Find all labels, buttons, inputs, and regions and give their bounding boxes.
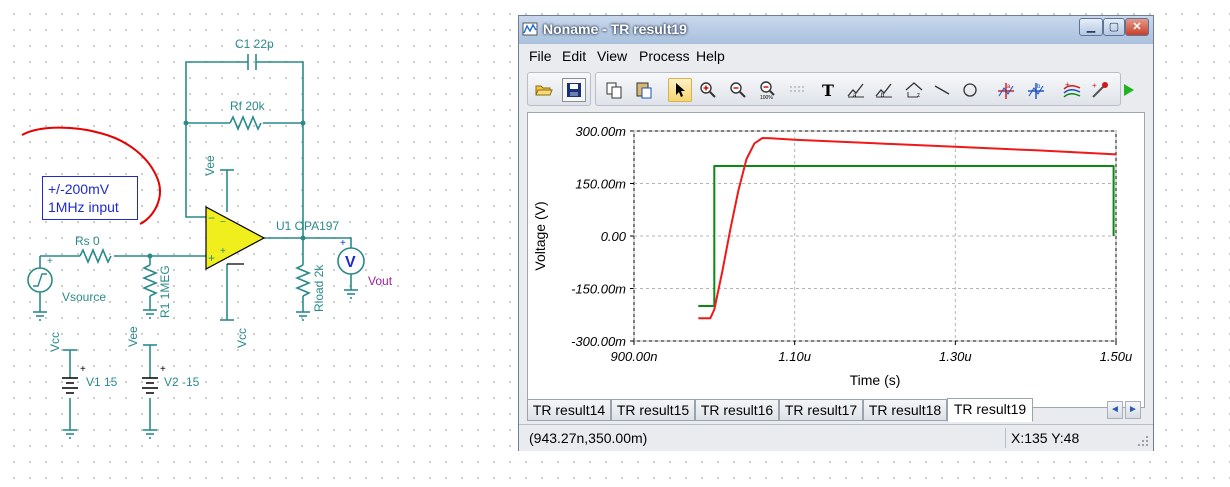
- svg-text:100%: 100%: [760, 95, 773, 100]
- svg-text:+: +: [220, 246, 226, 257]
- rload-label: Rload 2k: [312, 264, 326, 312]
- line-icon[interactable]: [930, 78, 954, 102]
- u1-label: U1 OPA197: [276, 219, 339, 233]
- menu-help[interactable]: Help: [696, 48, 725, 64]
- menu-edit[interactable]: Edit: [562, 48, 586, 64]
- pointer-icon[interactable]: [668, 78, 692, 102]
- app-icon: [522, 22, 538, 36]
- rf-label: Rf 20k: [230, 99, 266, 113]
- x-axis-label: Time (s): [850, 372, 901, 388]
- svg-text:a: a: [853, 93, 857, 99]
- paste-icon[interactable]: [632, 78, 656, 102]
- maximize-button[interactable]: ▢: [1103, 18, 1125, 36]
- c1-label: C1 22p: [235, 37, 274, 51]
- y-tick-label: 0.00: [601, 229, 627, 244]
- cursor-b-icon[interactable]: b: [872, 78, 896, 102]
- circle-icon[interactable]: [958, 78, 982, 102]
- svg-text:b: b: [1037, 84, 1041, 90]
- menu-file[interactable]: File: [529, 48, 552, 64]
- plot-area[interactable]: 300.00m 150.00m 0.00 -150.00m -300.00m 900.00…: [527, 112, 1145, 408]
- add-curve-icon[interactable]: +: [1060, 78, 1084, 102]
- v1-label: V1 15: [86, 375, 118, 389]
- x-tick-label: 1.50u: [1100, 349, 1133, 364]
- zoom-100-icon[interactable]: 100%: [756, 78, 780, 102]
- svg-text:+: +: [47, 256, 53, 267]
- menu-process[interactable]: Process: [639, 48, 690, 64]
- v2-label: V2 -15: [164, 375, 200, 389]
- input-note-line2: 1MHz input: [48, 199, 119, 215]
- tab-tr-result19[interactable]: TR result19: [947, 398, 1033, 422]
- vsource-label: Vsource: [62, 290, 106, 304]
- envelope-icon[interactable]: z: [902, 78, 926, 102]
- tr-result-window: Noname - TR result19 ▁ ▢ ✕ File Edit Vie…: [518, 15, 1154, 451]
- y-tick-label: -300.00m: [571, 334, 626, 349]
- tab-tr-result14[interactable]: TR result14: [527, 399, 611, 421]
- vcc-supply-label: Vcc: [48, 332, 62, 352]
- svg-text:+: +: [1092, 81, 1097, 90]
- status-bar: (943.27n,350.00m) X:135 Y:48: [519, 424, 1153, 451]
- status-cursor-position: X:135 Y:48: [1011, 430, 1080, 446]
- result-tabs: TR result14 TR result15 TR result16 TR r…: [527, 398, 1145, 422]
- copy-icon[interactable]: [602, 78, 626, 102]
- menu-view[interactable]: View: [597, 48, 627, 64]
- svg-text:+: +: [208, 251, 215, 265]
- zoom-in-icon[interactable]: [696, 78, 720, 102]
- svg-text:+: +: [160, 364, 166, 375]
- schematic: + + − + − + + V + C1 22p Rf 20k Rs 0 U1 …: [21, 37, 393, 439]
- status-separator: [1005, 428, 1006, 448]
- tab-tr-result16[interactable]: TR result16: [695, 399, 779, 421]
- tab-scroll-left-icon[interactable]: ◄: [1107, 401, 1123, 419]
- cursor-a-place-icon[interactable]: a: [994, 78, 1018, 102]
- toolbar: 100% T a b z a b + +: [519, 70, 1153, 110]
- status-coordinates: (943.27n,350.00m): [529, 430, 648, 446]
- close-button[interactable]: ✕: [1125, 18, 1149, 36]
- svg-text:+: +: [340, 238, 346, 249]
- cursor-b-place-icon[interactable]: b: [1024, 78, 1048, 102]
- vout-label: Vout: [368, 274, 393, 288]
- open-folder-icon[interactable]: [532, 78, 556, 102]
- transient-chart: 300.00m 150.00m 0.00 -150.00m -300.00m900.00…: [532, 124, 1133, 388]
- resize-grip-icon[interactable]: [1137, 435, 1149, 447]
- rs-label: Rs 0: [75, 234, 100, 248]
- toolbar-group-tools: 100% T a b z a b + +: [595, 72, 1134, 106]
- r1-label: R1 1MEG: [158, 265, 172, 318]
- input-note-box: +/-200mV 1MHz input: [42, 176, 138, 220]
- svg-text:b: b: [881, 93, 885, 99]
- vcc-opamp-label: Vcc: [235, 328, 249, 348]
- x-tick-label: 1.10u: [778, 349, 811, 364]
- svg-text:z: z: [917, 93, 920, 99]
- svg-text:+: +: [1065, 80, 1070, 89]
- x-tick-label: 1.30u: [939, 349, 972, 364]
- menu-bar: File Edit View Process Help: [519, 44, 1153, 68]
- svg-text:a: a: [1007, 84, 1011, 90]
- vee-opamp-label: Vee: [203, 155, 217, 176]
- tab-tr-result18[interactable]: TR result18: [863, 399, 947, 421]
- y-axis-label: Voltage (V): [532, 201, 548, 270]
- text-icon[interactable]: T: [816, 78, 840, 102]
- x-tick-label: 900.00n: [611, 349, 658, 364]
- title-bar[interactable]: Noname - TR result19 ▁ ▢ ✕: [519, 16, 1153, 44]
- y-tick-label: -150.00m: [571, 282, 626, 297]
- tab-tr-result15[interactable]: TR result15: [611, 399, 695, 421]
- grid-icon[interactable]: [784, 78, 808, 102]
- tab-scroll-right-icon[interactable]: ►: [1125, 401, 1141, 419]
- svg-text:−: −: [220, 217, 226, 228]
- minimize-button[interactable]: ▁: [1079, 18, 1103, 36]
- zoom-out-icon[interactable]: [726, 78, 750, 102]
- cursor-a-icon[interactable]: a: [844, 78, 868, 102]
- run-icon[interactable]: [1116, 78, 1140, 102]
- probe-icon[interactable]: +: [1088, 78, 1112, 102]
- input-note-line1: +/-200mV: [48, 181, 110, 197]
- tab-tr-result17[interactable]: TR result17: [779, 399, 863, 421]
- toolbar-group-file: [527, 72, 591, 106]
- window-title: Noname - TR result19: [543, 21, 687, 37]
- vee-supply-label: Vee: [126, 326, 140, 347]
- svg-text:+: +: [80, 364, 86, 375]
- svg-text:V: V: [345, 254, 356, 271]
- svg-text:T: T: [822, 81, 834, 99]
- svg-text:−: −: [208, 211, 215, 225]
- save-icon[interactable]: [562, 78, 586, 102]
- y-tick-label: 150.00m: [575, 177, 626, 192]
- y-tick-label: 300.00m: [575, 124, 626, 139]
